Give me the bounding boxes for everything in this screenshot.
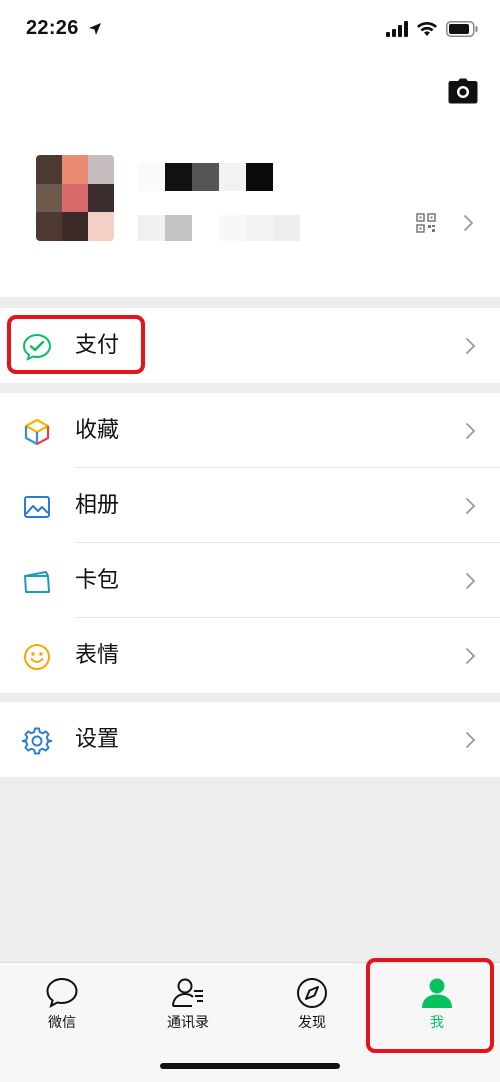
menu-label-album: 相册 [75, 493, 120, 518]
highlight-box-pay [7, 315, 145, 374]
chevron-right-icon [465, 422, 476, 444]
chevron-right-icon [465, 647, 476, 669]
wechat-id-pixelated [138, 215, 300, 241]
menu-item-album[interactable]: 相册 [0, 468, 500, 543]
menu-item-settings[interactable]: 设置 [0, 702, 500, 777]
tab-chats[interactable]: 微信 [7, 975, 117, 1035]
home-indicator [160, 1063, 340, 1069]
menu-item-stickers[interactable]: 表情 [0, 618, 500, 693]
smiley-face-icon [22, 642, 52, 672]
menu-label-stickers: 表情 [75, 643, 120, 668]
highlight-box-me [366, 958, 494, 1053]
location-arrow-icon [89, 23, 101, 35]
chevron-right-icon [465, 731, 476, 753]
qr-code-icon[interactable] [416, 213, 436, 233]
tab-label-contacts: 通讯录 [167, 1015, 209, 1031]
settings-group: 设置 [0, 702, 500, 777]
card-wallet-icon [22, 567, 52, 597]
status-bar: 22:26 [0, 0, 500, 60]
menu-item-cards[interactable]: 卡包 [0, 543, 500, 618]
gear-icon [22, 726, 52, 756]
status-indicators [386, 20, 478, 38]
compass-icon [297, 978, 327, 1008]
profile-header[interactable] [0, 60, 500, 297]
chevron-right-icon [465, 497, 476, 519]
tab-label-discover: 发现 [298, 1015, 326, 1031]
contacts-icon [172, 978, 203, 1007]
menu-label-favorites: 收藏 [75, 418, 120, 443]
nickname-pixelated [138, 163, 273, 191]
chevron-right-icon [465, 572, 476, 594]
battery-icon [446, 21, 478, 37]
chevron-right-icon [465, 337, 476, 359]
avatar[interactable] [36, 155, 114, 241]
menu-label-settings: 设置 [75, 727, 120, 752]
chat-bubble-icon [46, 977, 78, 1009]
cellular-signal-icon [386, 21, 408, 37]
favorites-cube-icon [22, 417, 52, 447]
wifi-icon [417, 22, 437, 36]
camera-icon[interactable] [448, 78, 478, 104]
tab-contacts[interactable]: 通讯录 [133, 975, 243, 1035]
album-image-icon [22, 492, 52, 522]
features-group: 收藏 相册 卡包 表情 [0, 393, 500, 693]
tab-discover[interactable]: 发现 [257, 975, 367, 1035]
tab-label-chats: 微信 [48, 1015, 76, 1031]
menu-label-cards: 卡包 [75, 568, 120, 593]
chevron-right-icon [463, 214, 474, 232]
menu-item-favorites[interactable]: 收藏 [0, 393, 500, 468]
status-time: 22:26 [26, 17, 79, 39]
